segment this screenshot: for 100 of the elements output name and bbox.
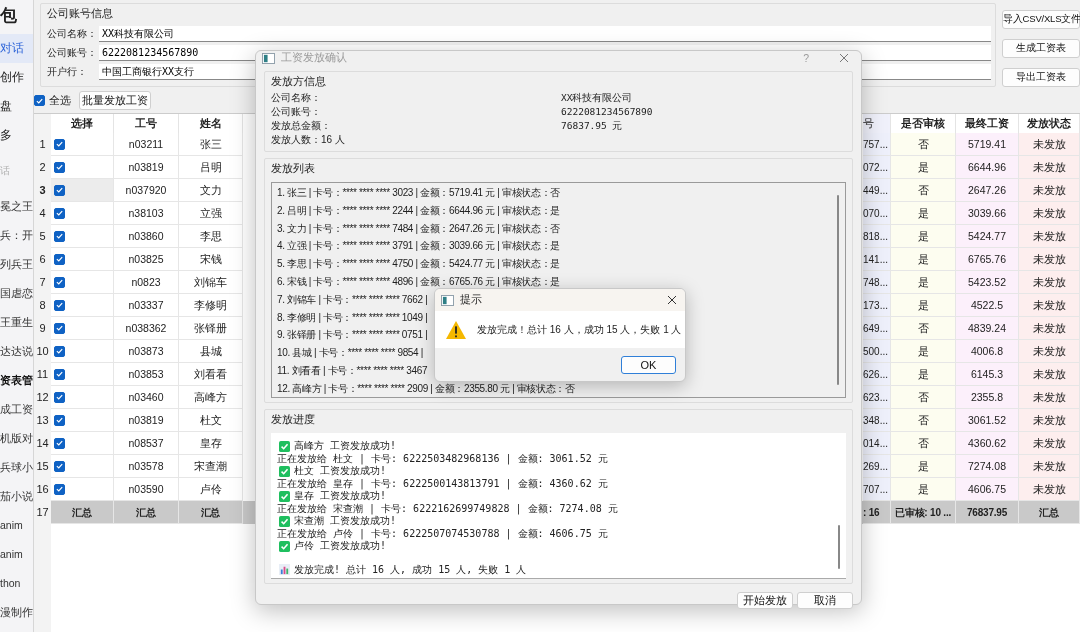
table-cell: 707... (863, 478, 891, 501)
table-cell: 5719.41 (956, 133, 1019, 156)
summary-cell: 汇总 (179, 501, 243, 524)
table-cell: 173... (863, 294, 891, 317)
table-cell: 宋钱 (179, 248, 243, 271)
table-cell: 未发放 (1019, 432, 1080, 455)
table-cell: 是 (891, 156, 956, 179)
table-cell: 吕明 (179, 156, 243, 179)
table-cell: 李思 (179, 225, 243, 248)
table-cell: 070... (863, 202, 891, 225)
table-cell: 014... (863, 432, 891, 455)
table-cell: 757... (863, 133, 891, 156)
table-cell: 072... (863, 156, 891, 179)
table-cell: 未发放 (1019, 317, 1080, 340)
table-cell: n03337 (114, 294, 179, 317)
table-cell: 141... (863, 248, 891, 271)
table-cell: n038362 (114, 317, 179, 340)
table-cell: 是 (891, 340, 956, 363)
table-cell: 高峰方 (179, 386, 243, 409)
table-cell: 是 (891, 455, 956, 478)
table-cell: 立强 (179, 202, 243, 225)
table-cell: 4522.5 (956, 294, 1019, 317)
app-title: 包 (0, 5, 18, 27)
table-cell: 未发放 (1019, 248, 1080, 271)
table-cell: 刘锦车 (179, 271, 243, 294)
log-line: 正在发放给 皇存 | 卡号: 6222500143813791 | 金额: 4360.62 元 (277, 476, 608, 490)
row-number: 2 (34, 156, 51, 179)
table-cell: 未发放 (1019, 225, 1080, 248)
table-cell: 李修明 (179, 294, 243, 317)
log-line: 宋查潮 工资发放成功! (294, 515, 397, 528)
row-number: 9 (34, 317, 51, 340)
summary-cell: : 16 (863, 501, 891, 524)
table-cell: 3061.52 (956, 409, 1019, 432)
table-cell: 是 (891, 363, 956, 386)
table-cell: 否 (891, 432, 956, 455)
message-text: 发放完成！总计 16 人，成功 15 人，失败 1 人 (477, 322, 682, 337)
table-cell: n38103 (114, 202, 179, 225)
summary-cell: 已审核: 10 ... (891, 501, 956, 524)
field-label: 开户行： (47, 65, 88, 79)
log-line: 高峰方 工资发放成功! (294, 439, 397, 453)
table-cell: n03819 (114, 156, 179, 179)
row-number: 17 (34, 501, 51, 524)
table-cell: n08537 (114, 432, 179, 455)
window-title: 工资发放确认 (281, 51, 348, 65)
summary-cell: 汇总 (1019, 501, 1080, 524)
row-number: 11 (34, 363, 51, 386)
table-cell: 县城 (179, 340, 243, 363)
table-cell: 748... (863, 271, 891, 294)
field-label: 公司名称： (47, 27, 98, 41)
table-cell: n03860 (114, 225, 179, 248)
log-line: 发放完成! 总计 16 人, 成功 15 人, 失败 1 人 (294, 562, 527, 577)
table-cell: 626... (863, 363, 891, 386)
table-cell: 皇存 (179, 432, 243, 455)
section-label: 话 (0, 164, 11, 178)
info-label: 发放人数：16 人 (271, 133, 346, 147)
table-cell: 2647.26 (956, 179, 1019, 202)
table-cell: n03825 (114, 248, 179, 271)
info-value: 6222081234567890 (561, 105, 653, 119)
row-number: 8 (34, 294, 51, 317)
table-cell: n03873 (114, 340, 179, 363)
table-cell: n03460 (114, 386, 179, 409)
table-cell: 是 (891, 202, 956, 225)
table-cell: 否 (891, 317, 956, 340)
group-title: 发放列表 (271, 161, 316, 176)
table-cell: 未发放 (1019, 202, 1080, 225)
info-label: 公司账号： (271, 105, 322, 119)
table-cell: 是 (891, 225, 956, 248)
table-cell: 是 (891, 478, 956, 501)
table-cell: 449... (863, 179, 891, 202)
table-cell: 6145.3 (956, 363, 1019, 386)
table-cell: 未发放 (1019, 455, 1080, 478)
table-cell: 否 (891, 179, 956, 202)
table-cell: 348... (863, 409, 891, 432)
row-number: 6 (34, 248, 51, 271)
log-line: 正在发放给 卢伶 | 卡号: 6222507074530788 | 金额: 4606.75 元 (277, 526, 608, 540)
table-cell: 7274.08 (956, 455, 1019, 478)
table-cell: 张铎册 (179, 317, 243, 340)
log-line: 正在发放给 宋查潮 | 卡号: 6222162699749828 | 金额: 7274.08 元 (277, 501, 618, 515)
row-number: 10 (34, 340, 51, 363)
table-cell: 未发放 (1019, 386, 1080, 409)
table-cell: 5424.77 (956, 225, 1019, 248)
table-cell: n0823 (114, 271, 179, 294)
table-cell: 649... (863, 317, 891, 340)
group-title: 公司账号信息 (47, 6, 114, 21)
table-cell: 4006.8 (956, 340, 1019, 363)
message-title: 提示 (460, 293, 483, 307)
table-cell: 张三 (179, 133, 243, 156)
row-number: 13 (34, 409, 51, 432)
table-cell: 269... (863, 455, 891, 478)
table-cell: 未发放 (1019, 179, 1080, 202)
table-cell: 否 (891, 409, 956, 432)
log-line: 正在发放给 杜文 | 卡号: 6222503482968136 | 金额: 3061.52 元 (277, 451, 608, 465)
checkbox-label: 全选 (49, 93, 71, 108)
table-cell: n03578 (114, 455, 179, 478)
log-line: 杜文 工资发放成功! (294, 465, 387, 478)
info-label: 公司名称： (271, 91, 322, 105)
summary-cell: 汇总 (114, 501, 179, 524)
summary-cell: 76837.95 (956, 501, 1019, 524)
table-cell: 未发放 (1019, 156, 1080, 179)
row-number: 1 (34, 133, 51, 156)
